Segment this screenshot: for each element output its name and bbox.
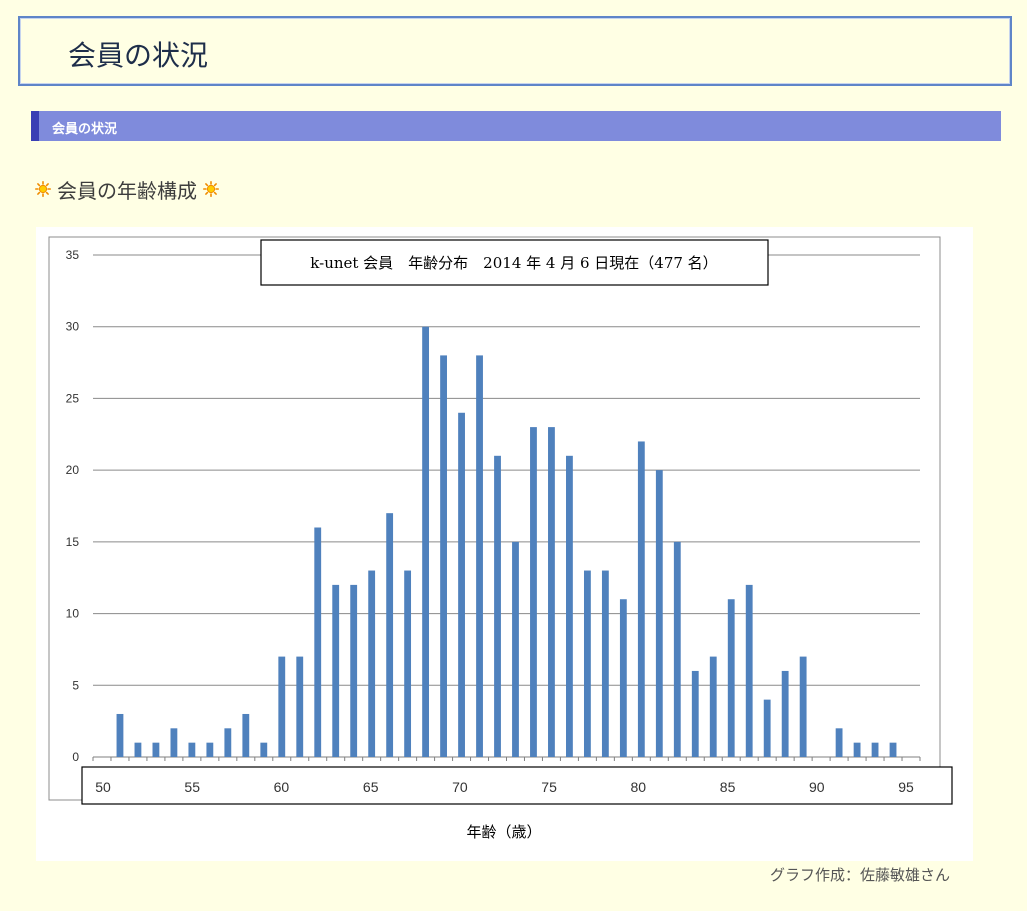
section-bar: 会員の状況 [31, 111, 1001, 141]
y-tick-label: 25 [66, 391, 80, 405]
bar-age-83 [691, 670, 699, 757]
bar-age-88 [781, 670, 789, 757]
x-axis-label: 年齢（歳） [466, 823, 541, 841]
bar-age-82 [673, 541, 681, 757]
bar-age-77 [583, 570, 591, 757]
bar-age-63 [332, 584, 340, 757]
y-tick-label: 30 [66, 320, 80, 334]
y-tick-label: 20 [66, 463, 80, 477]
x-tick-label: 65 [363, 779, 379, 795]
x-tick-label: 85 [720, 779, 736, 795]
bar-age-79 [619, 599, 627, 757]
bar-age-54 [170, 728, 178, 757]
sun-icon [203, 181, 219, 197]
y-tick-labels: 0 5 10 15 20 25 30 35 [66, 248, 80, 764]
bar-age-81 [655, 470, 663, 757]
bar-age-92 [853, 742, 861, 757]
bar-age-56 [206, 742, 214, 757]
bar-age-69 [440, 355, 447, 757]
bar-age-86 [745, 584, 753, 757]
age-distribution-chart: 0 5 10 15 20 25 30 35 50 55 60 65 70 75 80 85 90 95 k-un… [48, 236, 953, 841]
bar-age-64 [350, 584, 358, 757]
x-tick-label: 60 [274, 779, 290, 795]
bar-age-74 [530, 427, 537, 757]
bar-age-60 [278, 656, 286, 757]
x-tick-label: 90 [809, 779, 825, 795]
bar-age-57 [224, 728, 232, 757]
page-header: 会員の状況 [18, 16, 1012, 86]
bar-age-73 [512, 541, 519, 757]
bar-age-68 [422, 326, 430, 757]
subheading-text: 会員の年齢構成 [57, 178, 197, 203]
chart-container: 0 5 10 15 20 25 30 35 50 55 60 65 70 75 80 85 90 95 k-un… [36, 227, 973, 861]
bar-age-91 [835, 728, 843, 757]
subheading: 会員の年齢構成 [35, 175, 219, 203]
bar-age-87 [763, 699, 771, 757]
x-tick-label: 80 [631, 779, 647, 795]
sun-icon [35, 181, 51, 197]
x-tick-label: 95 [898, 779, 914, 795]
section-label: 会員の状況 [52, 122, 118, 137]
bar-age-85 [727, 599, 735, 757]
bar-age-84 [709, 656, 717, 757]
bar-age-75 [548, 427, 555, 757]
page-title: 会員の状況 [68, 39, 209, 72]
bar-age-66 [386, 513, 394, 757]
chart-title: k-unet 会員 年齢分布 2014 年 4 月 6 日現在（477 名） [310, 254, 717, 272]
bar-age-71 [476, 355, 483, 757]
bar-age-55 [188, 742, 196, 757]
bar-age-53 [152, 742, 160, 757]
bar-age-67 [404, 570, 412, 757]
bar-age-62 [314, 527, 322, 757]
bar-age-51 [116, 713, 124, 757]
y-tick-label: 5 [72, 678, 79, 692]
bar-age-93 [871, 742, 879, 757]
bar-age-58 [242, 713, 250, 757]
bar-age-76 [566, 455, 573, 757]
x-tick-label: 55 [184, 779, 200, 795]
bar-age-80 [637, 441, 645, 757]
bar-age-72 [494, 455, 501, 757]
chart-credit: グラフ作成：佐藤敏雄さん [769, 866, 950, 884]
bar-age-94 [889, 742, 897, 757]
bar-age-52 [134, 742, 142, 757]
bar-age-89 [799, 656, 807, 757]
x-tick-label: 75 [541, 779, 557, 795]
bar-age-65 [368, 570, 376, 757]
gridlines [92, 254, 921, 761]
bar-age-59 [260, 742, 268, 757]
y-tick-label: 0 [72, 750, 79, 764]
y-tick-label: 35 [66, 248, 80, 262]
x-tick-label: 70 [452, 779, 468, 795]
y-tick-label: 15 [66, 535, 80, 549]
y-tick-label: 10 [66, 607, 80, 621]
bar-age-78 [601, 570, 609, 757]
x-tick-label: 50 [95, 779, 111, 795]
bar-age-70 [458, 412, 465, 757]
bar-age-61 [296, 656, 304, 757]
